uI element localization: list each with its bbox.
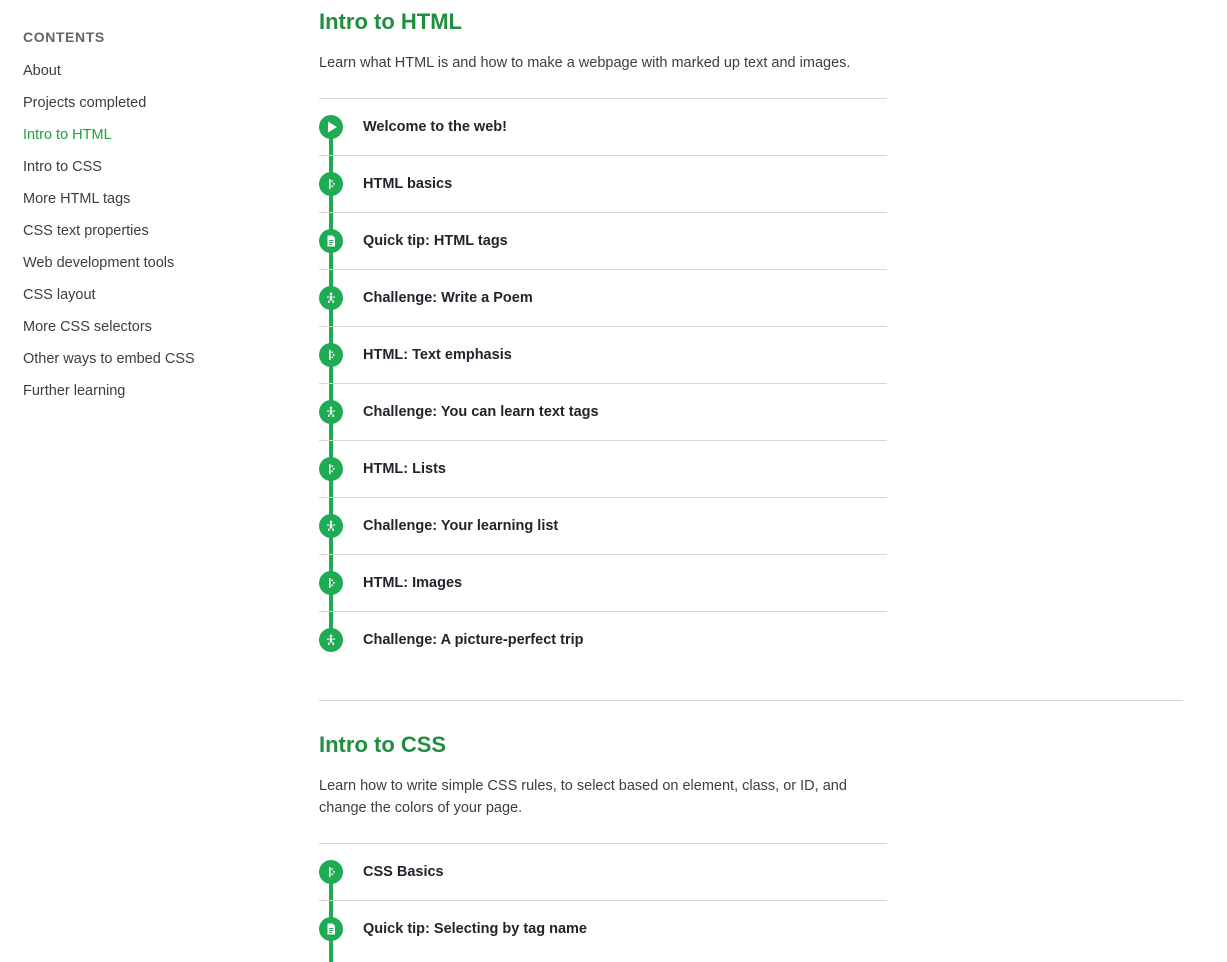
sidebar-item-intro-to-html[interactable]: Intro to HTML <box>23 124 195 156</box>
contents-heading: CONTENTS <box>23 29 105 45</box>
lesson-label: Quick tip: HTML tags <box>363 233 508 249</box>
contents-list: About Projects completed Intro to HTML I… <box>23 60 195 412</box>
lesson-label: Quick tip: Selecting by tag name <box>363 921 587 937</box>
lesson-list: CSS Basics Quick tip: Selecting by tag n… <box>319 843 887 962</box>
lesson-label: Welcome to the web! <box>363 119 507 135</box>
talkthrough-icon <box>319 172 343 196</box>
lesson-label: HTML: Lists <box>363 461 446 477</box>
lesson-item[interactable]: Welcome to the web! <box>319 99 887 156</box>
sidebar-item-web-development-tools[interactable]: Web development tools <box>23 252 195 284</box>
talkthrough-icon <box>319 571 343 595</box>
lesson-label: Challenge: Your learning list <box>363 518 559 534</box>
sidebar-item-projects-completed[interactable]: Projects completed <box>23 92 195 124</box>
lesson-item[interactable]: Challenge: A picture-perfect trip <box>319 612 887 668</box>
lesson-label: HTML: Text emphasis <box>363 347 512 363</box>
lesson-item[interactable]: HTML: Text emphasis <box>319 327 887 384</box>
challenge-icon <box>319 628 343 652</box>
document-icon <box>319 917 343 941</box>
sidebar-item-css-layout[interactable]: CSS layout <box>23 284 195 316</box>
talkthrough-icon <box>319 860 343 884</box>
section-title: Intro to HTML <box>319 9 462 34</box>
sidebar-item-more-css-selectors[interactable]: More CSS selectors <box>23 316 195 348</box>
lesson-item[interactable]: HTML basics <box>319 156 887 213</box>
lesson-item[interactable]: Challenge: You can learn text tags <box>319 384 887 441</box>
lesson-list: Welcome to the web! HTML basics Quick ti… <box>319 98 887 668</box>
lesson-item[interactable]: HTML: Images <box>319 555 887 612</box>
talkthrough-icon <box>319 457 343 481</box>
lesson-item[interactable]: Quick tip: Selecting by tag name <box>319 901 887 957</box>
sidebar-item-other-ways-to-embed-css[interactable]: Other ways to embed CSS <box>23 348 195 380</box>
lesson-item[interactable]: Challenge: Write a Poem <box>319 270 887 327</box>
challenge-icon <box>319 514 343 538</box>
challenge-icon <box>319 286 343 310</box>
lesson-item[interactable]: CSS Basics <box>319 844 887 901</box>
sidebar-item-css-text-properties[interactable]: CSS text properties <box>23 220 195 252</box>
lesson-label: Challenge: You can learn text tags <box>363 404 599 420</box>
challenge-icon <box>319 400 343 424</box>
play-icon <box>319 115 343 139</box>
sidebar-item-about[interactable]: About <box>23 60 195 92</box>
talkthrough-icon <box>319 343 343 367</box>
section-description: Learn how to write simple CSS rules, to … <box>319 778 847 816</box>
lesson-label: Challenge: A picture-perfect trip <box>363 632 584 648</box>
lesson-item[interactable]: Challenge: Your learning list <box>319 498 887 555</box>
section-divider <box>319 700 1183 701</box>
document-icon <box>319 229 343 253</box>
section-description: Learn what HTML is and how to make a web… <box>319 55 851 71</box>
lesson-label: Challenge: Write a Poem <box>363 290 533 306</box>
section-title: Intro to CSS <box>319 732 447 757</box>
sidebar-item-more-html-tags[interactable]: More HTML tags <box>23 188 195 220</box>
sidebar-item-intro-to-css[interactable]: Intro to CSS <box>23 156 195 188</box>
lesson-label: CSS Basics <box>363 864 444 880</box>
lesson-label: HTML: Images <box>363 575 463 591</box>
lesson-item[interactable]: HTML: Lists <box>319 441 887 498</box>
lesson-item[interactable]: Quick tip: HTML tags <box>319 213 887 270</box>
lesson-label: HTML basics <box>363 176 453 192</box>
sidebar-item-further-learning[interactable]: Further learning <box>23 380 195 412</box>
